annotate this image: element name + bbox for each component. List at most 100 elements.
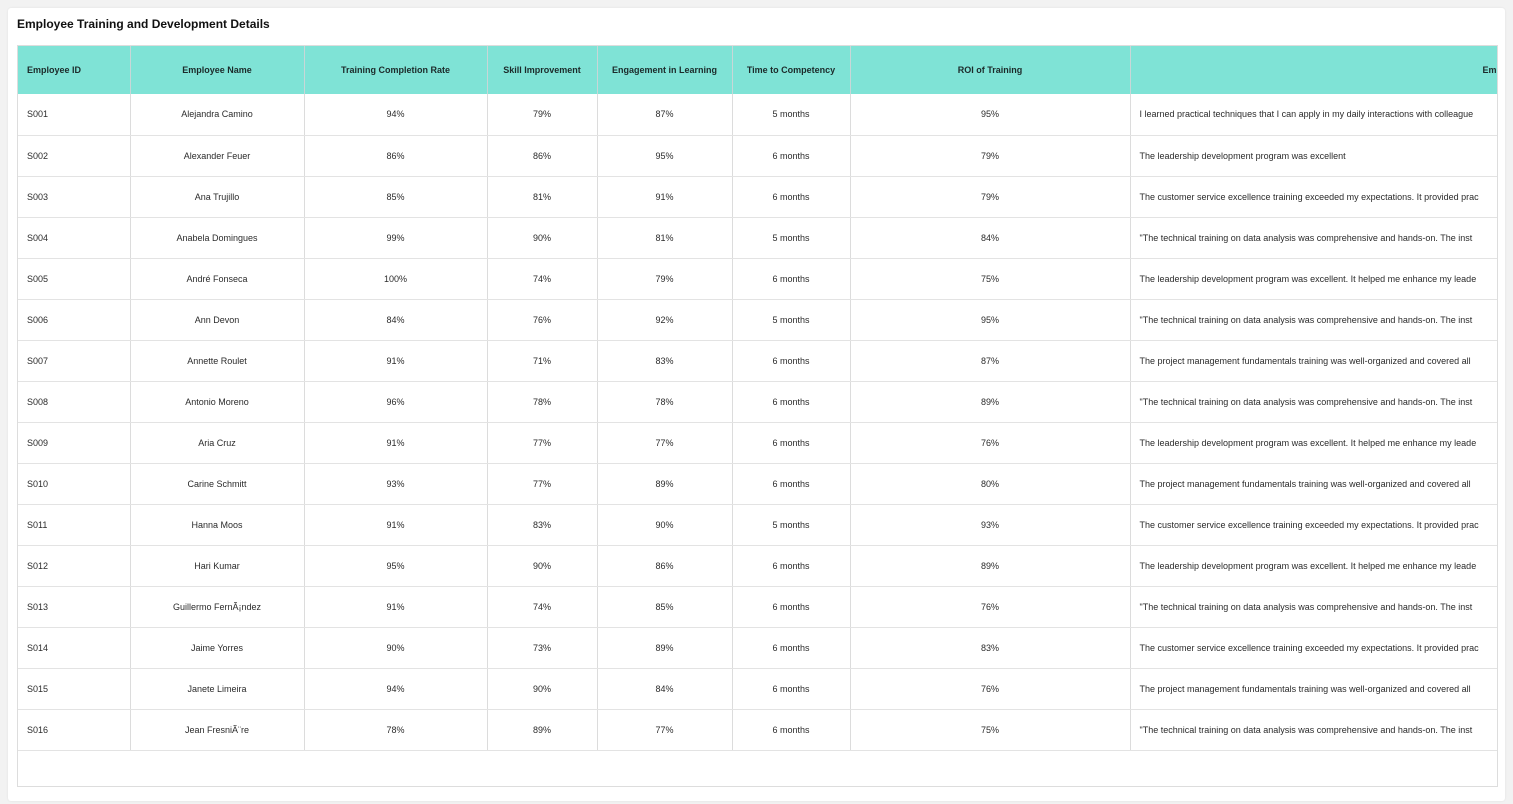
cell-training-completion-rate: 84% xyxy=(304,299,488,341)
cell-roi-of-training: 95% xyxy=(850,299,1131,341)
table-body: S001 Alejandra Camino 94% 79% 87% 5 months 95%… xyxy=(18,94,1497,751)
cell-training-completion-rate: 93% xyxy=(304,463,488,505)
cell-employee-name: Antonio Moreno xyxy=(130,381,305,423)
cell-skill-improvement: 79% xyxy=(487,94,598,136)
column-header-employee-feedback[interactable]: Em xyxy=(1130,46,1497,94)
column-header-skill-improvement[interactable]: Skill Improvement xyxy=(487,46,598,94)
cell-roi-of-training: 79% xyxy=(850,135,1131,177)
cell-engagement-in-learning: 85% xyxy=(597,586,733,628)
cell-employee-id: S009 xyxy=(18,422,131,464)
cell-time-to-competency: 5 months xyxy=(732,299,851,341)
cell-engagement-in-learning: 81% xyxy=(597,217,733,259)
employee-training-card: Employee Training and Development Detail… xyxy=(8,8,1505,801)
cell-employee-feedback: The leadership development program was e… xyxy=(1130,135,1497,177)
cell-employee-feedback: "The technical training on data analysis… xyxy=(1130,709,1497,751)
cell-employee-id: S014 xyxy=(18,627,131,669)
column-header-engagement-in-learning[interactable]: Engagement in Learning xyxy=(597,46,733,94)
cell-employee-id: S003 xyxy=(18,176,131,218)
column-header-employee-id[interactable]: Employee ID xyxy=(18,46,131,94)
cell-engagement-in-learning: 87% xyxy=(597,94,733,136)
cell-roi-of-training: 83% xyxy=(850,627,1131,669)
table-row[interactable]: S013 Guillermo FernÃ¡ndez 91% 74% 85% 6 month… xyxy=(18,586,1497,628)
cell-employee-name: Janete Limeira xyxy=(130,668,305,710)
cell-roi-of-training: 95% xyxy=(850,94,1131,136)
table-row[interactable]: S008 Antonio Moreno 96% 78% 78% 6 months 89% "T… xyxy=(18,381,1497,423)
cell-engagement-in-learning: 77% xyxy=(597,709,733,751)
cell-time-to-competency: 6 months xyxy=(732,545,851,587)
cell-employee-feedback: The customer service excellence training… xyxy=(1130,504,1497,546)
cell-training-completion-rate: 78% xyxy=(304,709,488,751)
cell-time-to-competency: 5 months xyxy=(732,504,851,546)
cell-roi-of-training: 79% xyxy=(850,176,1131,218)
table-row[interactable]: S010 Carine Schmitt 93% 77% 89% 6 months 80% Th… xyxy=(18,463,1497,505)
cell-time-to-competency: 6 months xyxy=(732,586,851,628)
table-row[interactable]: S006 Ann Devon 84% 76% 92% 5 months 95% "The te… xyxy=(18,299,1497,341)
cell-engagement-in-learning: 79% xyxy=(597,258,733,300)
cell-employee-id: S004 xyxy=(18,217,131,259)
cell-employee-feedback: The customer service excellence training… xyxy=(1130,627,1497,669)
cell-roi-of-training: 80% xyxy=(850,463,1131,505)
cell-skill-improvement: 74% xyxy=(487,586,598,628)
cell-employee-name: Alejandra Camino xyxy=(130,94,305,136)
cell-roi-of-training: 76% xyxy=(850,422,1131,464)
column-header-employee-name[interactable]: Employee Name xyxy=(130,46,305,94)
cell-employee-name: Jean FresniÃ¨re xyxy=(130,709,305,751)
cell-engagement-in-learning: 90% xyxy=(597,504,733,546)
cell-time-to-competency: 6 months xyxy=(732,463,851,505)
cell-roi-of-training: 76% xyxy=(850,668,1131,710)
cell-engagement-in-learning: 77% xyxy=(597,422,733,464)
cell-employee-feedback: The project management fundamentals trai… xyxy=(1130,340,1497,382)
cell-skill-improvement: 89% xyxy=(487,709,598,751)
cell-roi-of-training: 75% xyxy=(850,258,1131,300)
cell-time-to-competency: 6 months xyxy=(732,135,851,177)
table-row[interactable]: S001 Alejandra Camino 94% 79% 87% 5 months 95%… xyxy=(18,94,1497,136)
column-header-time-to-competency[interactable]: Time to Competency xyxy=(732,46,851,94)
cell-training-completion-rate: 95% xyxy=(304,545,488,587)
cell-employee-id: S013 xyxy=(18,586,131,628)
data-table-container[interactable]: Employee ID Employee Name Training Compl… xyxy=(17,45,1498,787)
cell-roi-of-training: 75% xyxy=(850,709,1131,751)
column-header-training-completion-rate[interactable]: Training Completion Rate xyxy=(304,46,488,94)
cell-training-completion-rate: 91% xyxy=(304,586,488,628)
cell-employee-name: Aria Cruz xyxy=(130,422,305,464)
table-row[interactable]: S009 Aria Cruz 91% 77% 77% 6 months 76% The lea… xyxy=(18,422,1497,464)
cell-skill-improvement: 77% xyxy=(487,422,598,464)
cell-engagement-in-learning: 92% xyxy=(597,299,733,341)
table-row[interactable]: S016 Jean FresniÃ¨re 78% 89% 77% 6 months 75% "… xyxy=(18,709,1497,751)
cell-employee-id: S007 xyxy=(18,340,131,382)
cell-skill-improvement: 76% xyxy=(487,299,598,341)
cell-employee-id: S011 xyxy=(18,504,131,546)
cell-employee-id: S012 xyxy=(18,545,131,587)
cell-employee-id: S002 xyxy=(18,135,131,177)
cell-employee-feedback: The leadership development program was e… xyxy=(1130,422,1497,464)
cell-time-to-competency: 5 months xyxy=(732,94,851,136)
table-header-row: Employee ID Employee Name Training Compl… xyxy=(18,46,1497,94)
table-row[interactable]: S012 Hari Kumar 95% 90% 86% 6 months 89% The le… xyxy=(18,545,1497,587)
table-row[interactable]: S003 Ana Trujillo 85% 81% 91% 6 months 79% The … xyxy=(18,176,1497,218)
cell-employee-feedback: The customer service excellence training… xyxy=(1130,176,1497,218)
table-row[interactable]: S005 André Fonseca 100% 74% 79% 6 months 75% Th… xyxy=(18,258,1497,300)
cell-training-completion-rate: 96% xyxy=(304,381,488,423)
table-row[interactable]: S004 Anabela Domingues 99% 90% 81% 5 months 84… xyxy=(18,217,1497,259)
cell-roi-of-training: 93% xyxy=(850,504,1131,546)
table-row[interactable]: S014 Jaime Yorres 90% 73% 89% 6 months 83% The … xyxy=(18,627,1497,669)
table-row[interactable]: S015 Janete Limeira 94% 90% 84% 6 months 76% Th… xyxy=(18,668,1497,710)
cell-skill-improvement: 90% xyxy=(487,545,598,587)
cell-time-to-competency: 5 months xyxy=(732,217,851,259)
cell-employee-id: S008 xyxy=(18,381,131,423)
table-row[interactable]: S007 Annette Roulet 91% 71% 83% 6 months 87% Th… xyxy=(18,340,1497,382)
cell-skill-improvement: 74% xyxy=(487,258,598,300)
table-row[interactable]: S011 Hanna Moos 91% 83% 90% 5 months 93% The cu… xyxy=(18,504,1497,546)
cell-employee-id: S005 xyxy=(18,258,131,300)
column-header-roi-of-training[interactable]: ROI of Training xyxy=(850,46,1131,94)
cell-employee-feedback: "The technical training on data analysis… xyxy=(1130,381,1497,423)
cell-training-completion-rate: 94% xyxy=(304,668,488,710)
cell-employee-feedback: The leadership development program was e… xyxy=(1130,545,1497,587)
cell-employee-name: Alexander Feuer xyxy=(130,135,305,177)
cell-time-to-competency: 6 months xyxy=(732,627,851,669)
cell-employee-feedback: "The technical training on data analysis… xyxy=(1130,217,1497,259)
cell-employee-name: Hanna Moos xyxy=(130,504,305,546)
cell-time-to-competency: 6 months xyxy=(732,668,851,710)
cell-training-completion-rate: 99% xyxy=(304,217,488,259)
table-row[interactable]: S002 Alexander Feuer 86% 86% 95% 6 months 79% T… xyxy=(18,135,1497,177)
